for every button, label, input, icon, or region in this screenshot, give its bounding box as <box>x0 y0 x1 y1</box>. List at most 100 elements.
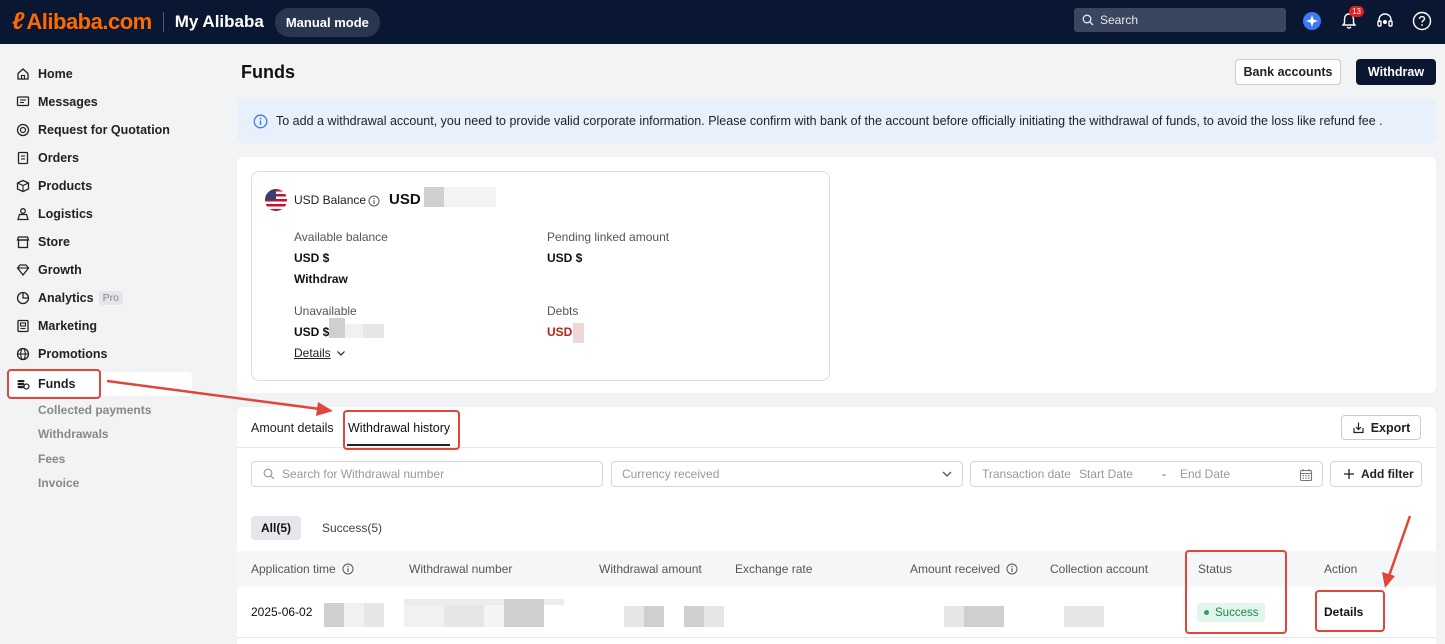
sidebar-item-label: Logistics <box>38 207 93 221</box>
export-label: Export <box>1370 420 1411 435</box>
manual-mode-button[interactable]: Manual mode <box>274 7 380 37</box>
redacted-cell <box>504 599 544 627</box>
withdrawal-number-search-input[interactable]: Search for Withdrawal number <box>251 461 603 487</box>
balance-currency: USD <box>389 191 421 208</box>
column-label: Amount received <box>910 562 1001 576</box>
sidebar-item-growth[interactable]: Growth <box>16 258 82 282</box>
pro-badge: Pro <box>98 291 123 305</box>
notification-bell-icon[interactable]: 13 <box>1338 6 1364 32</box>
sidebar-item-promotions[interactable]: Promotions <box>16 342 107 366</box>
annotation-box-status <box>1185 550 1287 634</box>
orders-icon <box>17 151 29 165</box>
pending-linked-amount-value: USD $ <box>547 251 583 265</box>
sidebar-item-store[interactable]: Store <box>16 230 70 254</box>
details-toggle[interactable]: Details <box>294 346 346 360</box>
ai-assistant-icon[interactable] <box>1301 10 1323 32</box>
available-balance-value: USD $ <box>294 251 330 265</box>
search-placeholder: Search <box>1100 13 1139 27</box>
redacted-unavailable <box>363 324 384 338</box>
sidebar-item-messages[interactable]: Messages <box>16 90 98 114</box>
export-icon <box>1353 422 1364 434</box>
export-button[interactable]: Export <box>1341 415 1421 440</box>
redacted-cell <box>644 606 664 627</box>
redacted-cell <box>364 603 384 627</box>
sidebar-item-logistics[interactable]: Logistics <box>16 202 93 226</box>
filter-chip-success[interactable]: Success(5) <box>312 516 392 540</box>
help-icon[interactable] <box>1411 10 1433 32</box>
sidebar-subitem-invoice[interactable]: Invoice <box>38 476 79 490</box>
redacted-unavailable <box>345 324 363 338</box>
sidebar-item-label: Marketing <box>38 319 98 333</box>
notice-text: To add a withdrawal account, you need to… <box>276 114 1383 128</box>
alibaba-logo-icon: ℓ <box>12 8 25 35</box>
header-search-input[interactable]: Search <box>1074 8 1286 32</box>
withdraw-link[interactable]: Withdraw <box>294 272 348 286</box>
notification-badge: 13 <box>1349 6 1364 17</box>
redacted-balance <box>444 187 496 207</box>
sidebar-item-orders[interactable]: Orders <box>16 146 79 170</box>
box-icon <box>16 179 30 193</box>
rfq-icon <box>16 123 30 137</box>
tab-amount-details[interactable]: Amount details <box>251 421 334 435</box>
column-exchange-rate: Exchange rate <box>735 562 813 576</box>
annotation-box-withdrawal-history <box>343 410 460 450</box>
currency-received-select[interactable]: Currency received <box>611 461 963 487</box>
redacted-cell <box>704 606 724 627</box>
logo-text: Alibaba.com <box>26 9 152 34</box>
currency-placeholder: Currency received <box>622 467 720 481</box>
sidebar-item-label: Products <box>38 179 93 193</box>
annotation-box-funds <box>7 369 101 399</box>
sidebar-item-home[interactable]: Home <box>16 62 73 86</box>
redacted-cell <box>684 606 704 627</box>
chevron-down-icon <box>336 351 345 356</box>
unavailable-label: Unavailable <box>294 304 357 318</box>
sidebar-subitem-collected-payments[interactable]: Collected payments <box>38 403 151 417</box>
sidebar-item-rfq[interactable]: Request for Quotation <box>16 118 170 142</box>
sidebar-item-products[interactable]: Products <box>16 174 92 198</box>
logistics-icon <box>17 208 29 221</box>
search-icon <box>1082 14 1094 26</box>
info-icon <box>253 114 268 128</box>
sidebar-subitem-fees[interactable]: Fees <box>38 452 65 466</box>
alibaba-logo[interactable]: ℓ Alibaba.com <box>12 8 152 36</box>
details-label: Details <box>294 346 331 360</box>
balance-info-icon[interactable] <box>368 195 380 210</box>
globe-icon <box>16 347 30 361</box>
sidebar-item-label: Growth <box>38 263 82 277</box>
add-filter-button[interactable]: Add filter <box>1330 461 1422 487</box>
withdraw-button[interactable]: Withdraw <box>1356 59 1436 85</box>
available-balance-label: Available balance <box>294 230 388 244</box>
customer-support-icon[interactable] <box>1374 10 1396 32</box>
section-title[interactable]: My Alibaba <box>175 12 264 32</box>
sidebar-item-label: Analytics <box>38 291 94 305</box>
column-collection-account: Collection account <box>1050 562 1149 576</box>
add-filter-label: Add filter <box>1361 467 1414 481</box>
sidebar-subitem-withdrawals[interactable]: Withdrawals <box>38 427 109 441</box>
start-date-input[interactable]: Start Date <box>1079 467 1133 481</box>
filter-chip-all[interactable]: All(5) <box>251 516 301 540</box>
header-divider <box>162 12 164 32</box>
redacted-cell <box>964 606 1004 627</box>
transaction-date-range-picker[interactable]: Transaction date Start Date - End Date <box>970 461 1323 487</box>
info-icon[interactable] <box>1006 563 1018 575</box>
store-icon <box>16 236 30 249</box>
redacted-balance <box>424 187 444 207</box>
column-withdrawal-amount: Withdrawal amount <box>599 562 702 576</box>
column-withdrawal-number: Withdrawal number <box>409 562 513 576</box>
annotation-box-details <box>1315 590 1385 632</box>
column-application-time[interactable]: Application time <box>251 562 354 576</box>
analytics-icon <box>16 291 30 305</box>
unavailable-value: USD $ <box>294 325 330 339</box>
sidebar-item-analytics[interactable]: Analytics Pro <box>16 286 123 310</box>
bank-accounts-button[interactable]: Bank accounts <box>1235 59 1341 85</box>
page-title: Funds <box>241 62 295 82</box>
redacted-cell <box>344 603 364 627</box>
date-separator: - <box>1161 467 1166 481</box>
sidebar-item-marketing[interactable]: Marketing <box>16 314 97 338</box>
column-amount-received[interactable]: Amount received <box>910 562 1018 576</box>
column-label: Application time <box>251 562 336 576</box>
end-date-input[interactable]: End Date <box>1180 467 1230 481</box>
info-icon[interactable] <box>342 563 354 575</box>
balance-title: USD Balance <box>294 193 367 207</box>
us-flag-icon <box>265 189 287 211</box>
